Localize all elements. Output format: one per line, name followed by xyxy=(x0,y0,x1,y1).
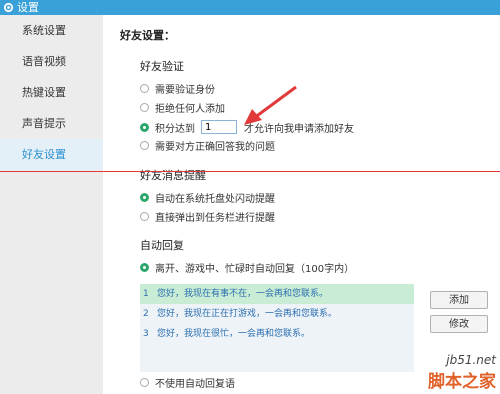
option-answer-question[interactable]: 需要对方正确回答我的问题 xyxy=(140,138,275,153)
list-item[interactable]: 3 您好，我现在很忙，一会再和您联系。 xyxy=(140,324,414,344)
list-item[interactable]: 2 您好，我现在正在打游戏，一会再和您联系。 xyxy=(140,304,414,324)
title-bar: 设置 xyxy=(0,0,500,15)
verification-title: 好友验证 xyxy=(140,60,184,73)
auto-reply-list: 1 您好，我现在有事不在，一会再和您联系。 2 您好，我现在正在打游戏，一会再和… xyxy=(140,284,414,372)
sidebar-item-hotkeys[interactable]: 热键设置 xyxy=(0,77,103,108)
option-label: 需要验证身份 xyxy=(155,84,215,96)
reply-text: 您好，我现在有事不在，一会再和您联系。 xyxy=(157,289,329,299)
sidebar: 系统设置 语音视频 热键设置 声音提示 好友设置 xyxy=(0,15,103,394)
score-input[interactable] xyxy=(201,120,237,134)
reply-number: 2 xyxy=(143,309,149,319)
edit-reply-button[interactable]: 修改 xyxy=(430,315,488,333)
radio-button[interactable] xyxy=(140,377,149,387)
option-label: 离开、游戏中、忙碌时自动回复（100字内） xyxy=(155,263,355,275)
reply-number: 3 xyxy=(143,329,149,339)
radio-button[interactable] xyxy=(140,140,149,150)
reply-text: 您好，我现在很忙，一会再和您联系。 xyxy=(157,329,311,339)
option-taskbar-popup[interactable]: 直接弹出到任务栏进行提醒 xyxy=(140,209,275,224)
section-title: 好友设置： xyxy=(120,29,175,42)
radio-button[interactable] xyxy=(140,102,149,112)
sidebar-item-voice-video[interactable]: 语音视频 xyxy=(0,46,103,77)
sidebar-item-sound[interactable]: 声音提示 xyxy=(0,108,103,139)
annotation-arrow-icon xyxy=(244,85,297,125)
option-tray-flash[interactable]: 自动在系统托盘处闪动提醒 xyxy=(140,190,275,205)
option-label: 直接弹出到任务栏进行提醒 xyxy=(155,212,275,224)
radio-button-checked[interactable] xyxy=(140,262,149,272)
add-reply-button[interactable]: 添加 xyxy=(430,291,488,309)
radio-button[interactable] xyxy=(140,211,149,221)
option-auto-reply-off[interactable]: 不使用自动回复语 xyxy=(140,375,235,390)
option-reject-all[interactable]: 拒绝任何人添加 xyxy=(140,100,225,115)
option-label: 不使用自动回复语 xyxy=(155,378,235,390)
option-label-before: 积分达到 xyxy=(155,123,195,135)
message-reminder-title: 好友消息提醒 xyxy=(140,169,206,182)
auto-reply-title: 自动回复 xyxy=(140,239,184,252)
option-label: 自动在系统托盘处闪动提醒 xyxy=(155,193,275,205)
radio-button[interactable] xyxy=(140,83,149,93)
reply-number: 1 xyxy=(143,289,149,299)
gear-icon xyxy=(3,2,14,13)
option-auto-reply-on[interactable]: 离开、游戏中、忙碌时自动回复（100字内） xyxy=(140,260,355,275)
option-require-verification[interactable]: 需要验证身份 xyxy=(140,81,215,96)
sidebar-item-friends[interactable]: 好友设置 xyxy=(0,139,103,170)
option-label: 需要对方正确回答我的问题 xyxy=(155,141,275,153)
watermark-name: 脚本之家 xyxy=(428,372,496,392)
annotation-line xyxy=(0,171,500,172)
watermark-domain: jb51.net xyxy=(446,353,496,367)
watermark: jb51.net 脚本之家 xyxy=(428,353,496,392)
window-title: 设置 xyxy=(17,1,39,14)
sidebar-item-system[interactable]: 系统设置 xyxy=(0,15,103,46)
list-item[interactable]: 1 您好，我现在有事不在，一会再和您联系。 xyxy=(140,284,414,304)
reply-text: 您好，我现在正在打游戏，一会再和您联系。 xyxy=(157,309,338,319)
radio-button-checked[interactable] xyxy=(140,122,149,132)
option-label: 拒绝任何人添加 xyxy=(155,103,225,115)
radio-button-checked[interactable] xyxy=(140,192,149,202)
